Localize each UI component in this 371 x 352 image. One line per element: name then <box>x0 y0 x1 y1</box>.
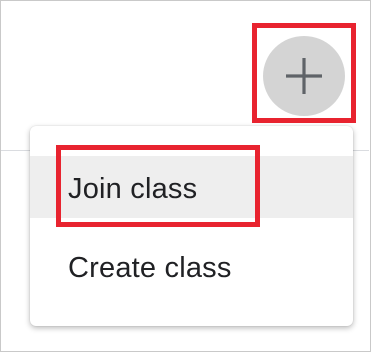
add-class-button[interactable] <box>263 36 345 116</box>
join-class-menu-item[interactable]: Join class <box>30 156 353 218</box>
create-class-label: Create class <box>68 252 232 284</box>
class-menu: Join class Create class <box>30 126 353 326</box>
plus-icon <box>286 58 322 94</box>
create-class-menu-item[interactable]: Create class <box>30 235 353 297</box>
join-class-label: Join class <box>68 173 198 205</box>
